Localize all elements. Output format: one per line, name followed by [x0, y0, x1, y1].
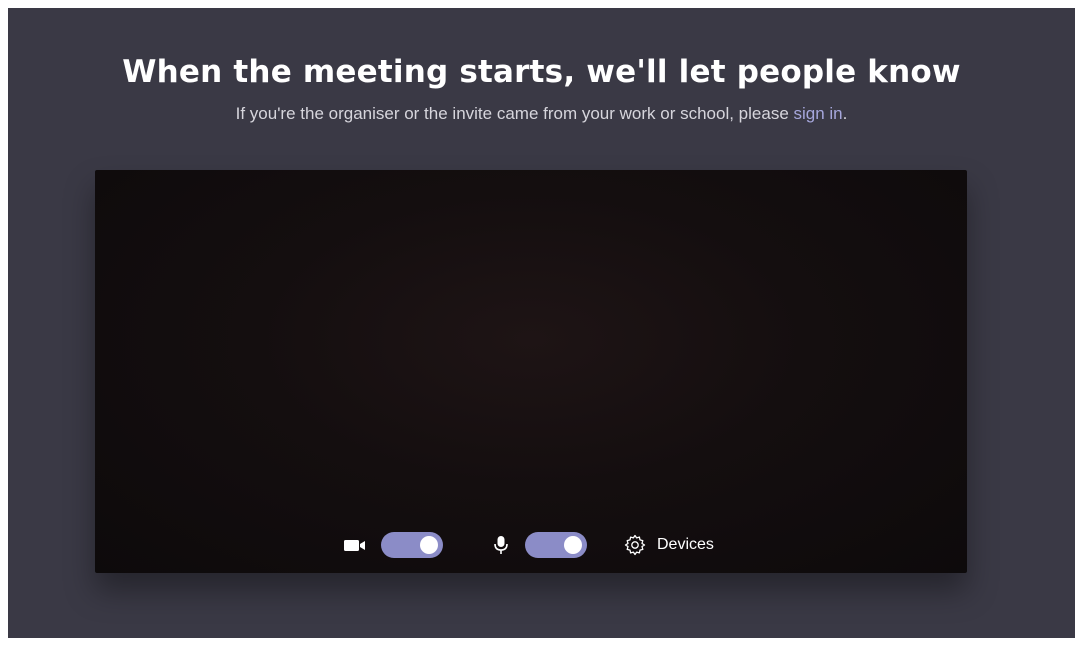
device-controls-bar: Devices [95, 531, 967, 559]
gear-icon [624, 534, 646, 556]
microphone-icon [494, 536, 508, 554]
video-camera-icon [344, 540, 365, 551]
video-preview: Devices [95, 170, 967, 573]
subtitle-period: . [842, 104, 848, 123]
microphone-toggle[interactable] [525, 532, 587, 558]
sign-in-link[interactable]: sign in [794, 104, 843, 123]
camera-toggle[interactable] [381, 532, 443, 558]
subtitle-text: If you're the organiser or the invite ca… [235, 104, 794, 123]
page-title: When the meeting starts, we'll let peopl… [122, 54, 961, 90]
camera-toggle-knob [420, 536, 438, 554]
microphone-toggle-knob [564, 536, 582, 554]
pre-join-screen: When the meeting starts, we'll let peopl… [8, 8, 1075, 638]
devices-button[interactable]: Devices [623, 531, 714, 559]
page-subtitle: If you're the organiser or the invite ca… [8, 104, 1075, 124]
devices-label: Devices [657, 536, 714, 553]
